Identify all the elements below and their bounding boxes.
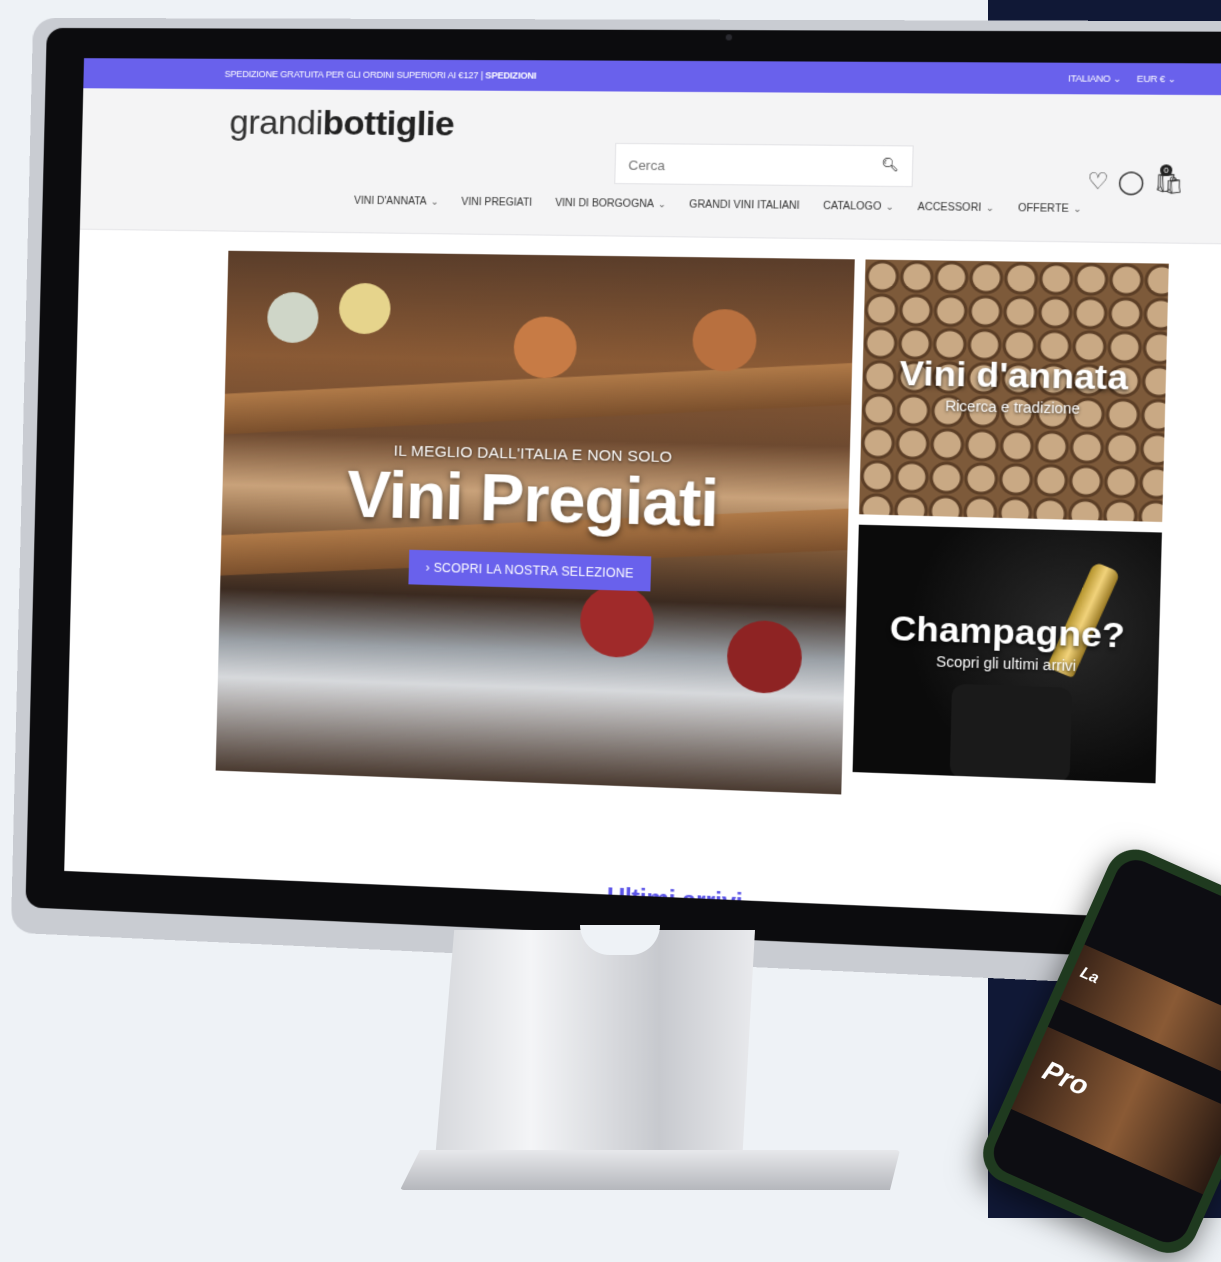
nav-item-catalogo[interactable]: CATALOGO ⌄ [823, 201, 894, 213]
account-user-icon[interactable]: ◯ [1117, 168, 1145, 196]
bottle-neck [513, 316, 578, 379]
bottle-neck [338, 282, 392, 335]
nav-label: ACCESSORI [917, 201, 982, 214]
header-icons: ♡ ◯ 🛍︎ 0 [1087, 164, 1185, 196]
search-icon[interactable]: 🔍︎ [881, 157, 899, 174]
nav-label: VINI DI BORGOGNA [555, 197, 654, 211]
nav-item-offerte[interactable]: OFFERTE ⌄ [1018, 203, 1082, 215]
site-header: grandibottiglie 🔍︎ ♡ ◯ 🛍︎ 0 VINI D'ANNAT… [79, 88, 1221, 246]
nav-label: VINI PREGIATI [461, 196, 533, 209]
chevron-down-icon: ⌄ [885, 201, 894, 212]
chevron-down-icon: ⌄ [1073, 203, 1082, 215]
tile-title: Vini d'annata [898, 353, 1129, 398]
monitor-stand-base [400, 1150, 900, 1190]
hero-banner[interactable]: IL MEGLIO DALL'ITALIA E NON SOLO Vini Pr… [215, 250, 855, 795]
monitor: SPEDIZIONE GRATUITA PER GLI ORDINI SUPER… [10, 17, 1221, 994]
language-selector[interactable]: Italiano ⌄ [1068, 73, 1121, 84]
logo-bold: bottiglie [322, 103, 455, 144]
nav-label: VINI D'ANNATA [353, 195, 427, 208]
currency-selector[interactable]: EUR € ⌄ [1137, 74, 1176, 85]
nav-label: OFFERTE [1017, 202, 1069, 216]
chevron-down-icon: ⌄ [985, 202, 995, 214]
nav-label: CATALOGO [823, 200, 882, 213]
tile-subtitle: Ricerca e tradizione [944, 397, 1081, 417]
tile-vini-annata[interactable]: Vini d'annata Ricerca e tradizione [859, 259, 1169, 522]
search-input[interactable] [615, 143, 876, 188]
nav-item-vini-borgogna[interactable]: VINI DI BORGOGNA ⌄ [555, 198, 666, 211]
promo-text: SPEDIZIONE GRATUITA PER GLI ORDINI SUPER… [224, 68, 486, 81]
hero-title: Vini Pregiati [346, 457, 720, 541]
nav-item-grandi-vini-italiani[interactable]: GRANDI VINI ITALIANI [689, 199, 800, 212]
locale-switchers: Italiano ⌄ EUR € ⌄ [1054, 63, 1176, 95]
chevron-down-icon: ⌄ [657, 198, 667, 210]
bottle-neck [266, 291, 320, 344]
bottle-neck [691, 308, 758, 372]
monitor-stand [435, 930, 755, 1160]
bottle-neck [726, 619, 803, 695]
nav-label: GRANDI VINI ITALIANI [689, 199, 800, 212]
wishlist-heart-icon[interactable]: ♡ [1087, 168, 1109, 196]
site-logo[interactable]: grandibottiglie [229, 103, 455, 144]
ice-bucket-image [949, 683, 1073, 783]
nav-item-vini-pregiati[interactable]: VINI PREGIATI [461, 197, 532, 209]
bottle-neck [579, 584, 655, 659]
tile-title: Champagne? [889, 608, 1126, 656]
nav-item-accessori[interactable]: ACCESSORI ⌄ [917, 202, 994, 214]
chevron-down-icon: ⌄ [430, 196, 439, 207]
main-nav: VINI D'ANNATA ⌄ VINI PREGIATI VINI DI BOR… [354, 196, 1082, 216]
camera-dot [725, 34, 733, 41]
logo-light: grandi [229, 103, 324, 143]
website-screen: SPEDIZIONE GRATUITA PER GLI ORDINI SUPER… [64, 58, 1221, 926]
hero-content: IL MEGLIO DALL'ITALIA E NON SOLO Vini Pr… [220, 439, 850, 598]
nav-item-vini-annata[interactable]: VINI D'ANNATA ⌄ [354, 196, 439, 208]
search-box: 🔍︎ [614, 142, 914, 188]
discover-selection-button[interactable]: › SCOPRI LA NOSTRA SELEZIONE [408, 549, 652, 592]
shipping-link[interactable]: SPEDIZIONI [485, 70, 536, 81]
tile-champagne[interactable]: Champagne? Scopri gli ultimi arrivi [852, 524, 1162, 784]
